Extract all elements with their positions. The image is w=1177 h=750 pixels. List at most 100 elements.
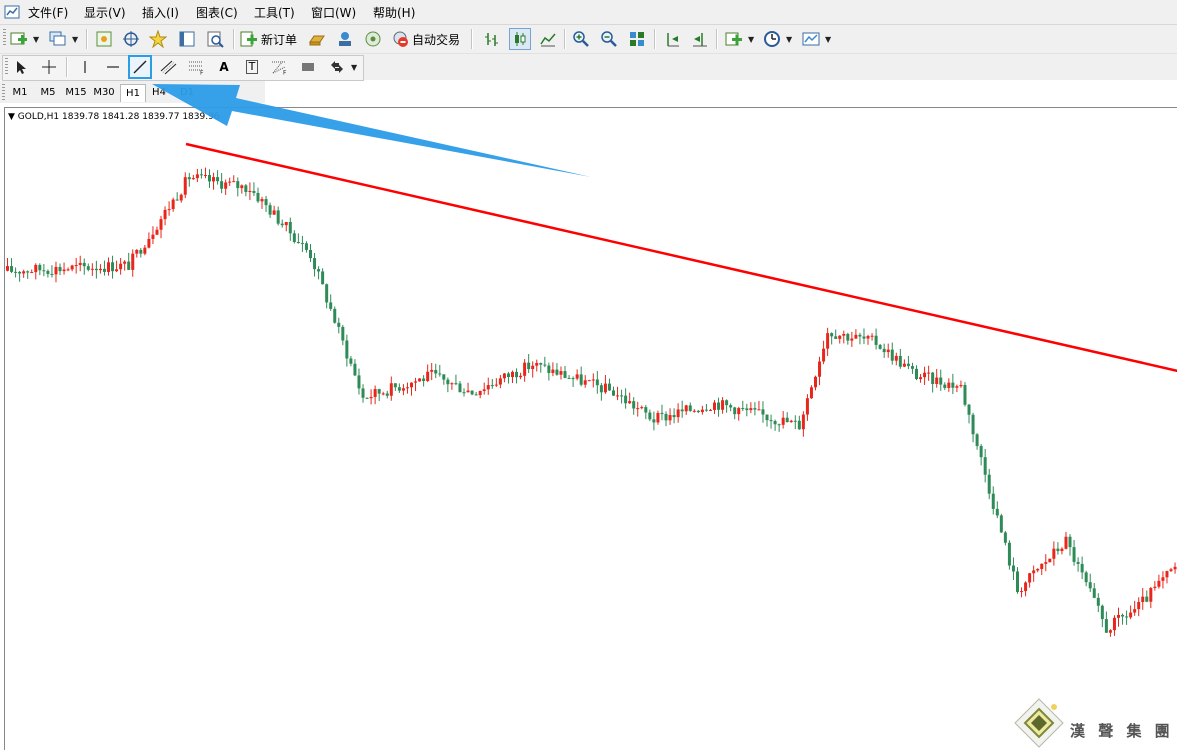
text-label-tool-button[interactable]: T — [241, 56, 263, 78]
chart-menu-triangle-icon[interactable]: ▼ — [8, 112, 15, 122]
candle-body — [1145, 596, 1149, 602]
strategy-tester-icon[interactable] — [204, 28, 226, 50]
chevron-down-icon[interactable]: ▼ — [33, 35, 39, 44]
chevron-down-icon[interactable]: ▼ — [351, 63, 357, 72]
gold-bar-icon[interactable] — [306, 28, 328, 50]
bar-chart-icon[interactable] — [481, 28, 503, 50]
trendline[interactable] — [185, 142, 1177, 373]
chart-window[interactable]: ▼ GOLD,H1 1839.78 1841.28 1839.77 1839.9… — [4, 107, 1177, 750]
menu-view[interactable]: 显示(V) — [84, 4, 126, 21]
candle-body — [814, 376, 817, 388]
toolbar-grip[interactable] — [2, 84, 5, 100]
timeframe-d1[interactable]: D1 — [175, 84, 199, 101]
chevron-down-icon[interactable]: ▼ — [786, 35, 792, 44]
candle-body — [591, 379, 595, 381]
candle-body — [131, 253, 135, 270]
candle-body — [749, 408, 753, 411]
candle-body — [389, 383, 393, 396]
candle-body — [539, 362, 543, 365]
toolbar-grip[interactable] — [3, 29, 6, 47]
new-order-label: 新订单 — [261, 32, 298, 47]
fibonacci-retracement-icon[interactable]: F — [186, 56, 208, 78]
candle-body — [1165, 571, 1169, 578]
candle-body — [304, 243, 308, 250]
candle-body — [1173, 566, 1177, 570]
arrows-tool-icon[interactable] — [326, 56, 348, 78]
candle-body — [785, 417, 789, 423]
toolbar-grip[interactable] — [5, 58, 8, 76]
candle-body — [430, 369, 434, 372]
candle-body — [442, 374, 446, 380]
rectangle-tool-icon[interactable] — [297, 56, 319, 78]
trendline-tool-icon[interactable] — [128, 55, 152, 79]
candle-body — [317, 269, 321, 272]
zoom-in-icon[interactable] — [570, 28, 592, 50]
menu-file[interactable]: 文件(F) — [28, 4, 68, 21]
vertical-line-icon[interactable] — [74, 56, 96, 78]
timeframe-m30[interactable]: M30 — [91, 84, 117, 101]
candle-body — [979, 446, 983, 458]
profiles-icon[interactable] — [47, 28, 69, 50]
candle-body — [919, 377, 923, 380]
menu-charts[interactable]: 图表(C) — [196, 4, 238, 21]
line-chart-icon[interactable] — [537, 28, 559, 50]
text-tool-button[interactable]: A — [213, 56, 235, 78]
main-toolbar: ▼ ▼ 新订单 自动交易 ▼ ▼ ▼ — [0, 25, 1177, 54]
menu-help[interactable]: 帮助(H) — [373, 4, 415, 21]
menu-window[interactable]: 窗口(W) — [311, 4, 356, 21]
chart-shift-icon[interactable] — [661, 28, 683, 50]
candle-body — [1137, 602, 1141, 610]
market-radio-icon[interactable] — [362, 28, 384, 50]
candle-body — [1064, 536, 1068, 549]
price-chart[interactable] — [5, 108, 1177, 750]
terminal-icon[interactable] — [176, 28, 198, 50]
candle-body — [486, 385, 490, 390]
candle-body — [1161, 577, 1165, 581]
candle-body — [369, 396, 373, 399]
candle-body — [1141, 596, 1145, 603]
equidistant-channel-icon[interactable] — [158, 56, 180, 78]
candle-body — [741, 408, 745, 410]
new-order-button[interactable]: 新订单 — [240, 28, 297, 50]
candle-body — [527, 362, 531, 370]
timeframe-h1[interactable]: H1 — [120, 84, 146, 102]
favorites-star-icon[interactable] — [147, 28, 169, 50]
candle-body — [357, 375, 361, 389]
timeframe-h4[interactable]: H4 — [147, 84, 171, 101]
new-chart-icon[interactable] — [8, 28, 30, 50]
candle-body — [951, 382, 955, 388]
timeframe-m1[interactable]: M1 — [8, 84, 32, 101]
cursor-arrow-icon[interactable] — [10, 56, 32, 78]
market-watch-icon[interactable] — [93, 28, 115, 50]
candle-body — [450, 383, 454, 385]
timeframe-m15[interactable]: M15 — [63, 84, 89, 101]
auto-trading-button[interactable]: 自动交易 — [391, 28, 460, 50]
timeframe-m5[interactable]: M5 — [36, 84, 60, 101]
chevron-down-icon[interactable]: ▼ — [748, 35, 754, 44]
tile-windows-icon[interactable] — [626, 28, 648, 50]
chevron-down-icon[interactable]: ▼ — [825, 35, 831, 44]
candle-body — [244, 185, 248, 193]
candle-body — [910, 366, 914, 369]
crosshair-icon[interactable] — [38, 56, 60, 78]
signals-icon[interactable] — [334, 28, 356, 50]
autoscroll-icon[interactable] — [689, 28, 711, 50]
templates-icon[interactable] — [800, 28, 822, 50]
menu-tools[interactable]: 工具(T) — [254, 4, 295, 21]
watermark-logo: 漢 聲 集 團 — [1011, 697, 1177, 749]
horizontal-line-icon[interactable] — [102, 56, 124, 78]
indicators-icon[interactable] — [723, 28, 745, 50]
candle-body — [975, 434, 979, 447]
chevron-down-icon[interactable]: ▼ — [72, 35, 78, 44]
candle-body — [478, 391, 482, 396]
zoom-out-icon[interactable] — [598, 28, 620, 50]
fibonacci-fan-icon[interactable]: F — [269, 56, 291, 78]
candlestick-chart-icon[interactable] — [509, 28, 531, 50]
app-icon — [4, 5, 20, 19]
periods-clock-icon[interactable] — [761, 28, 783, 50]
candle-body — [931, 372, 935, 384]
candle-body — [50, 273, 54, 275]
crosshair-navigator-icon[interactable] — [120, 28, 142, 50]
menu-insert[interactable]: 插入(I) — [142, 4, 179, 21]
candle-body — [551, 369, 555, 373]
